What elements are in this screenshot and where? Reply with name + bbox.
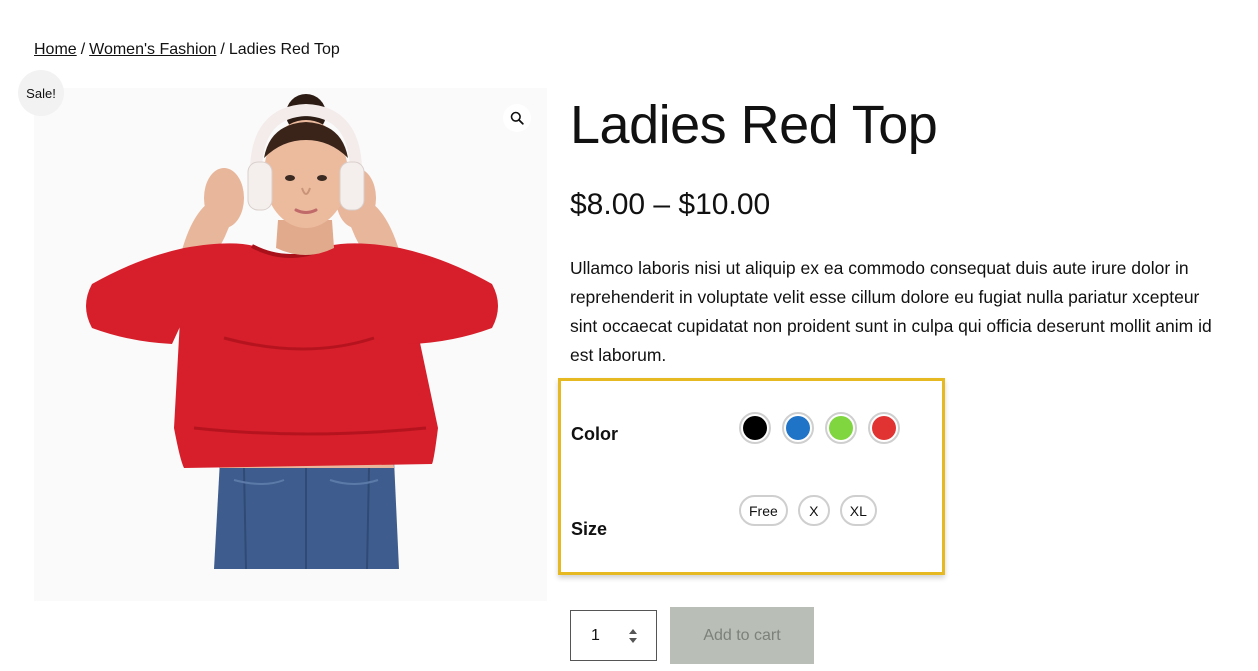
size-option-x[interactable]: X — [797, 495, 830, 526]
product-description: Ullamco laboris nisi ut aliquip ex ea co… — [570, 258, 1212, 365]
zoom-button[interactable] — [503, 104, 531, 132]
quantity-stepper-icon[interactable] — [628, 627, 638, 645]
breadcrumb: Home / Women's Fashion / Ladies Red Top — [34, 41, 340, 59]
color-swatch-red[interactable] — [868, 412, 900, 444]
swatch-fill — [786, 416, 810, 440]
quantity-value[interactable]: 1 — [591, 627, 600, 645]
size-options: Free X XL — [739, 495, 877, 526]
swatch-fill — [743, 416, 767, 440]
color-label: Color — [571, 424, 618, 444]
breadcrumb-separator: / — [220, 41, 225, 58]
breadcrumb-category-link[interactable]: Women's Fashion — [89, 41, 216, 58]
breadcrumb-separator: / — [80, 41, 86, 58]
magnifier-icon — [510, 111, 524, 125]
variations-panel: Color Size Free X XL — [558, 378, 945, 575]
size-option-free[interactable]: Free — [739, 495, 788, 526]
product-image[interactable] — [34, 88, 547, 601]
color-swatches — [739, 412, 900, 444]
sale-badge: Sale! — [18, 70, 64, 116]
product-gallery — [34, 88, 547, 601]
color-swatch-blue[interactable] — [782, 412, 814, 444]
size-option-xl[interactable]: XL — [839, 495, 877, 526]
size-label: Size — [571, 519, 608, 539]
breadcrumb-current: Ladies Red Top — [228, 41, 340, 58]
quantity-input[interactable]: 1 — [570, 610, 657, 661]
color-swatch-green[interactable] — [825, 412, 857, 444]
add-to-cart-button[interactable]: Add to cart — [670, 607, 814, 664]
product-title: Ladies Red Top — [570, 95, 938, 155]
swatch-fill — [872, 416, 896, 440]
color-swatch-black[interactable] — [739, 412, 771, 444]
swatch-fill — [829, 416, 853, 440]
product-price: $8.00 – $10.00 — [570, 188, 771, 221]
breadcrumb-home-link[interactable]: Home — [34, 41, 77, 58]
